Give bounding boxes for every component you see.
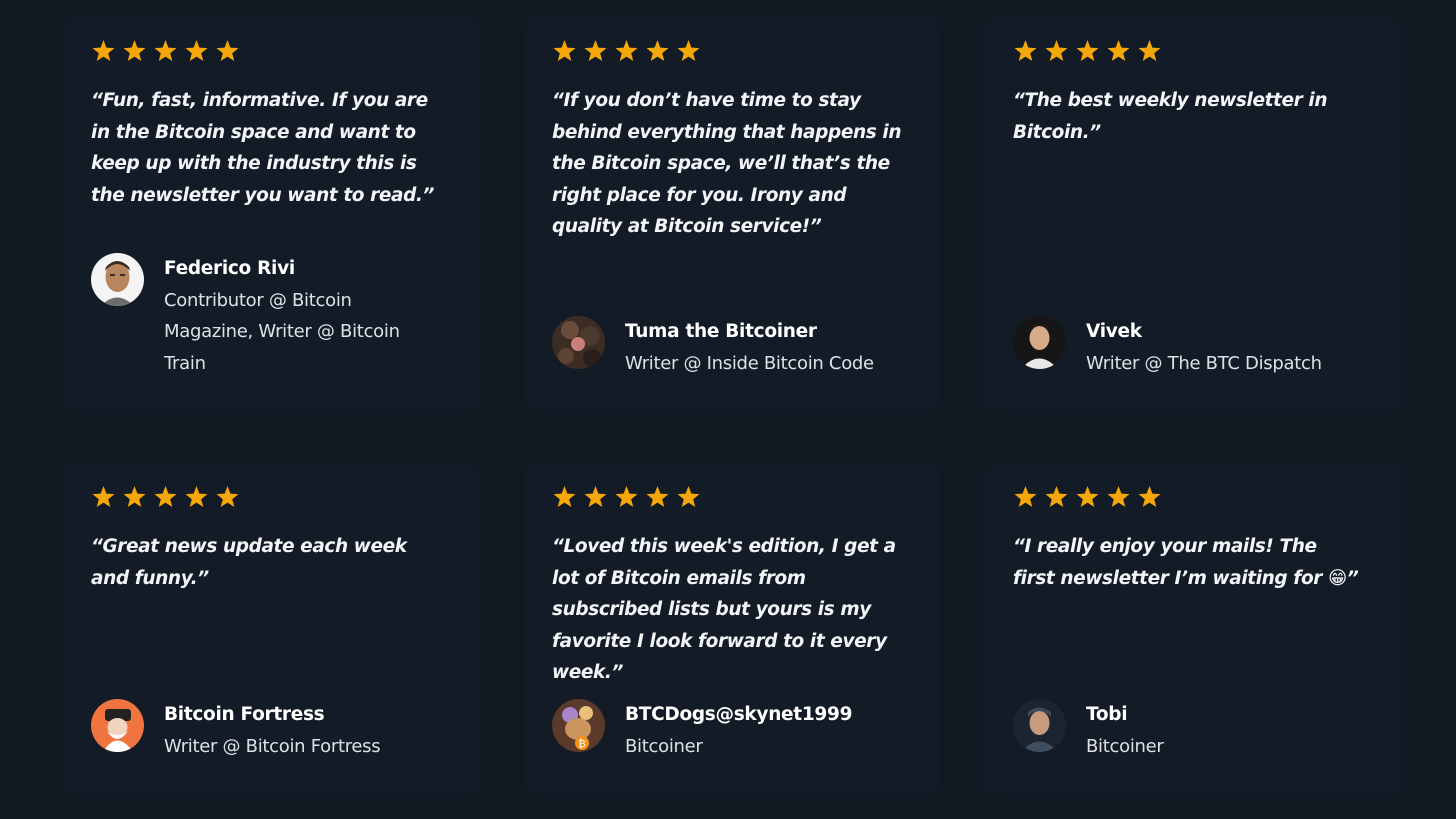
star-icon bbox=[154, 40, 177, 61]
star-rating bbox=[1014, 40, 1161, 62]
testimonial-card: “Loved this week's edition, I get a lot … bbox=[525, 464, 939, 794]
star-icon bbox=[584, 40, 607, 61]
star-icon bbox=[646, 40, 669, 61]
avatar bbox=[1013, 699, 1066, 752]
avatar bbox=[91, 699, 144, 752]
star-icon bbox=[584, 486, 607, 507]
star-icon bbox=[553, 486, 576, 507]
author-name: Bitcoin Fortress bbox=[164, 704, 325, 725]
star-icon bbox=[92, 40, 115, 61]
svg-text:₿: ₿ bbox=[578, 738, 585, 750]
star-icon bbox=[1138, 40, 1161, 61]
star-icon bbox=[1076, 486, 1099, 507]
author: Tobi Bitcoiner bbox=[1013, 699, 1356, 762]
testimonials-grid: “Fun, fast, informative. If you are in t… bbox=[0, 0, 1456, 819]
author-role: Bitcoiner bbox=[1086, 735, 1164, 757]
testimonial-quote: “Loved this week's edition, I get a lot … bbox=[552, 536, 896, 683]
testimonial-quote: “Fun, fast, informative. If you are in t… bbox=[91, 90, 435, 206]
star-icon bbox=[1107, 40, 1130, 61]
author: Vivek Writer @ The BTC Dispatch bbox=[1013, 316, 1386, 379]
author-role: Writer @ Bitcoin Fortress bbox=[164, 735, 381, 757]
testimonial-quote: “Great news update each week and funny.” bbox=[91, 536, 407, 589]
testimonial-card: “The best weekly newsletter in Bitcoin.”… bbox=[986, 18, 1400, 410]
star-icon bbox=[1107, 486, 1130, 507]
star-icon bbox=[1014, 486, 1037, 507]
author-role: Bitcoiner bbox=[625, 735, 703, 757]
testimonial-card: “Great news update each week and funny.”… bbox=[64, 464, 478, 794]
testimonial-card: “Fun, fast, informative. If you are in t… bbox=[64, 18, 478, 410]
star-icon bbox=[1138, 486, 1161, 507]
star-rating bbox=[553, 40, 700, 62]
star-icon bbox=[185, 486, 208, 507]
star-icon bbox=[123, 40, 146, 61]
testimonial-quote: “If you don’t have time to stay behind e… bbox=[552, 90, 902, 237]
star-rating bbox=[92, 40, 239, 62]
author: Bitcoin Fortress Writer @ Bitcoin Fortre… bbox=[91, 699, 434, 762]
star-rating bbox=[553, 486, 700, 508]
testimonial-quote: “The best weekly newsletter in Bitcoin.” bbox=[1013, 90, 1328, 143]
avatar bbox=[91, 253, 144, 306]
avatar bbox=[552, 316, 605, 369]
star-icon bbox=[154, 486, 177, 507]
author: ₿ BTCDogs@skynet1999 Bitcoiner bbox=[552, 699, 895, 762]
star-icon bbox=[615, 40, 638, 61]
star-icon bbox=[123, 486, 146, 507]
star-icon bbox=[677, 486, 700, 507]
author-name: Federico Rivi bbox=[164, 258, 295, 279]
star-icon bbox=[646, 486, 669, 507]
star-icon bbox=[216, 40, 239, 61]
testimonial-card: “I really enjoy your mails! The first ne… bbox=[986, 464, 1400, 794]
author-name: BTCDogs@skynet1999 bbox=[625, 704, 853, 725]
star-rating bbox=[1014, 486, 1161, 508]
author-name: Vivek bbox=[1086, 321, 1142, 342]
star-icon bbox=[1076, 40, 1099, 61]
author-role: Writer @ Inside Bitcoin Code bbox=[625, 352, 874, 374]
star-icon bbox=[216, 486, 239, 507]
author: Tuma the Bitcoiner Writer @ Inside Bitco… bbox=[552, 316, 925, 379]
author: Federico Rivi Contributor @ Bitcoin Maga… bbox=[91, 253, 434, 379]
author-name: Tuma the Bitcoiner bbox=[625, 321, 817, 342]
author-name: Tobi bbox=[1086, 704, 1128, 725]
star-icon bbox=[185, 40, 208, 61]
author-role: Contributor @ Bitcoin Magazine, Writer @… bbox=[164, 289, 400, 374]
star-icon bbox=[92, 486, 115, 507]
testimonial-quote: “I really enjoy your mails! The first ne… bbox=[1013, 536, 1359, 589]
star-icon bbox=[1014, 40, 1037, 61]
avatar bbox=[1013, 316, 1066, 369]
star-icon bbox=[1045, 486, 1068, 507]
testimonial-card: “If you don’t have time to stay behind e… bbox=[525, 18, 939, 410]
star-icon bbox=[553, 40, 576, 61]
star-icon bbox=[615, 486, 638, 507]
star-icon bbox=[677, 40, 700, 61]
star-rating bbox=[92, 486, 239, 508]
avatar: ₿ bbox=[552, 699, 605, 752]
star-icon bbox=[1045, 40, 1068, 61]
author-role: Writer @ The BTC Dispatch bbox=[1086, 352, 1322, 374]
